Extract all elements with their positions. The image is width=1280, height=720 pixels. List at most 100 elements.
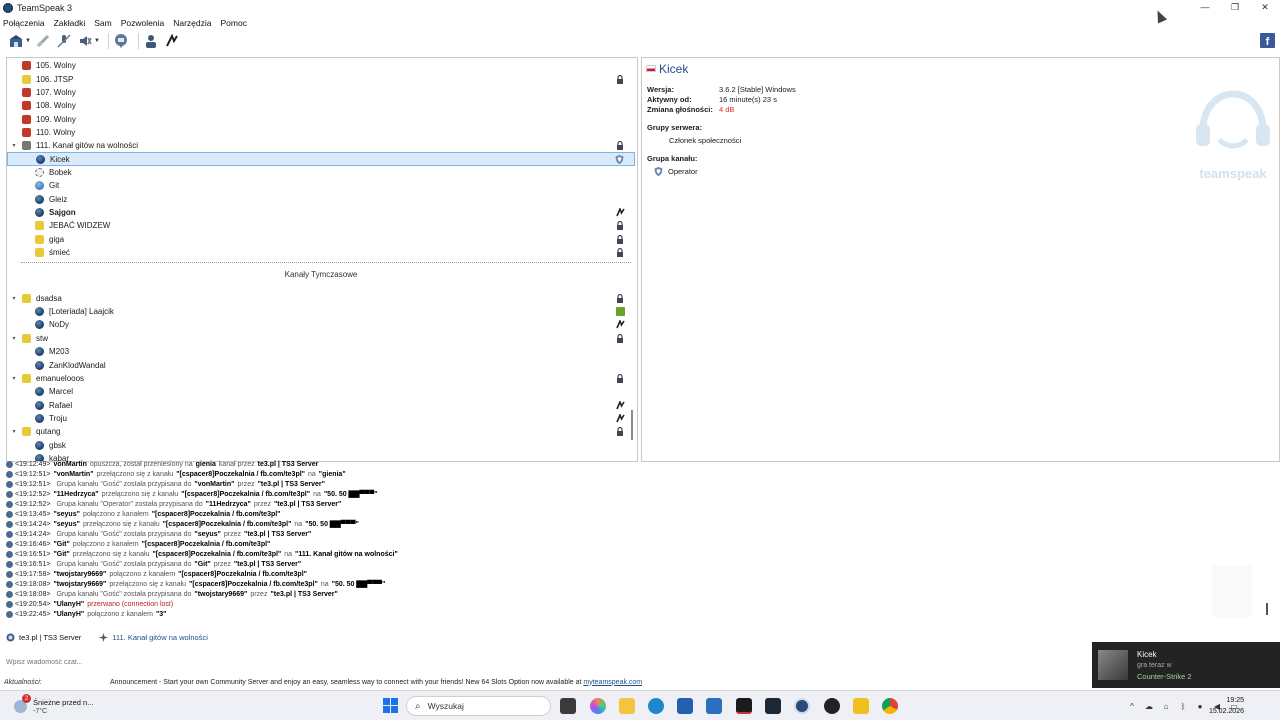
- log-entity[interactable]: "te3.pl | TS3 Server": [234, 561, 301, 568]
- menu-tools[interactable]: Narzędzia: [173, 18, 211, 28]
- client-row[interactable]: Gleiz: [7, 193, 635, 206]
- windows-start-icon[interactable]: [383, 698, 398, 713]
- log-entity[interactable]: "vonMartin": [53, 471, 93, 478]
- expand-chevron-icon[interactable]: ▾: [10, 142, 18, 149]
- copilot-icon[interactable]: [590, 698, 606, 714]
- log-entity[interactable]: "twojstary9669": [53, 571, 106, 578]
- contacts-icon[interactable]: [143, 33, 159, 49]
- channel-row[interactable]: ▾ dsadsa: [7, 292, 635, 305]
- client-row[interactable]: NoDy: [7, 318, 635, 331]
- teamspeak-taskbar-icon[interactable]: [794, 698, 810, 714]
- log-entity[interactable]: "11Hedrzyca": [206, 501, 251, 508]
- tray-chevron-icon[interactable]: ^: [1126, 700, 1138, 712]
- minimize-button[interactable]: —: [1190, 0, 1220, 14]
- weather-widget[interactable]: 2 Śnieżne przed n... -7°C: [14, 694, 104, 718]
- log-entity[interactable]: "seyus": [53, 521, 80, 528]
- channel-row[interactable]: 105. Wolny: [7, 59, 635, 72]
- client-row[interactable]: Marcel: [7, 385, 635, 398]
- disconnect-icon[interactable]: [35, 33, 51, 49]
- away-status-icon[interactable]: [113, 33, 129, 49]
- log-entity[interactable]: "twojstary9669": [53, 581, 106, 588]
- log-entity[interactable]: "[cspacer8]Poczekalnia / fb.com/te3pl": [152, 551, 281, 558]
- chrome-icon[interactable]: [882, 698, 898, 714]
- channel-row[interactable]: śmieć: [7, 246, 635, 259]
- log-entity[interactable]: "50. 50 ▇▇▀▀▀": [332, 580, 386, 588]
- client-row[interactable]: [Loteriada] Laajcik: [7, 305, 635, 318]
- client-row[interactable]: Kicek: [7, 152, 635, 166]
- game-notification[interactable]: Kicek gra teraz w Counter-Strike 2: [1092, 642, 1280, 688]
- task-view-icon[interactable]: [560, 698, 576, 714]
- expand-chevron-icon[interactable]: ▾: [10, 335, 18, 342]
- mute-microphone-icon[interactable]: [56, 33, 72, 49]
- clock[interactable]: 19:25 15.02.2026: [1209, 695, 1244, 717]
- speakers-dropdown-icon[interactable]: ▼: [94, 38, 100, 44]
- client-row[interactable]: Git: [7, 179, 635, 192]
- log-entity[interactable]: "[cspacer8]Poczekalnia / fb.com/te3pl": [181, 491, 310, 498]
- steam-icon[interactable]: [765, 698, 781, 714]
- channel-row[interactable]: 109. Wolny: [7, 112, 635, 125]
- log-entity[interactable]: "twojstary9669": [194, 591, 247, 598]
- log-entity[interactable]: "[cspacer8]Poczekalnia / fb.com/te3pl": [163, 521, 292, 528]
- log-entity[interactable]: "50. 50 ▇▇▀▀▀": [305, 520, 359, 528]
- log-entity[interactable]: "[cspacer8]Poczekalnia / fb.com/te3pl": [142, 541, 271, 548]
- client-row[interactable]: gbsk: [7, 438, 635, 451]
- log-entity[interactable]: "[cspacer8]Poczekalnia / fb.com/te3pl": [152, 511, 281, 518]
- connect-dropdown-icon[interactable]: ▼: [25, 38, 31, 44]
- log-entity[interactable]: "te3.pl | TS3 Server": [270, 591, 337, 598]
- chat-input[interactable]: [3, 655, 1091, 669]
- menu-help[interactable]: Pomoc: [221, 18, 247, 28]
- log-entity[interactable]: "UlanyH": [53, 611, 84, 618]
- log-entity[interactable]: "Git": [53, 551, 69, 558]
- connect-icon[interactable]: [8, 33, 24, 49]
- bluetooth-icon[interactable]: ᛒ: [1177, 700, 1189, 712]
- myteamspeak-link[interactable]: myteamspeak.com: [583, 679, 642, 686]
- hotkey-icon[interactable]: [164, 33, 180, 49]
- log-entity[interactable]: "Git": [194, 561, 210, 568]
- channel-row[interactable]: JEBAĆ WIDZEW: [7, 219, 635, 232]
- chat-log[interactable]: <19:12:49> vonMartin opuszcza, został prze…: [6, 459, 1266, 621]
- tab-server[interactable]: te3.pl | TS3 Server: [6, 633, 81, 642]
- media-app-icon[interactable]: [736, 698, 752, 714]
- channel-row[interactable]: 107. Wolny: [7, 86, 635, 99]
- menu-bookmarks[interactable]: Zakładki: [54, 18, 86, 28]
- log-entity[interactable]: "111. Kanał gitów na wolności": [295, 551, 398, 558]
- edge-icon[interactable]: [648, 698, 664, 714]
- log-entity[interactable]: "seyus": [53, 511, 80, 518]
- channel-row[interactable]: ▾ stw: [7, 332, 635, 345]
- channel-row[interactable]: ▾ emanuelooos: [7, 372, 635, 385]
- log-entity[interactable]: "[cspacer8]Poczekalnia / fb.com/te3pl": [178, 571, 307, 578]
- chat-scrollbar[interactable]: [1266, 603, 1268, 615]
- menu-permissions[interactable]: Pozwolenia: [121, 18, 164, 28]
- menu-connections[interactable]: Połączenia: [3, 18, 45, 28]
- tab-channel[interactable]: 111. Kanał gitów na wolności: [99, 632, 208, 642]
- network-icon[interactable]: ⌂: [1160, 700, 1172, 712]
- log-entity[interactable]: "11Hedrzyca": [53, 491, 98, 498]
- taskbar-search[interactable]: ⌕ Wyszukaj: [406, 696, 551, 716]
- log-entity[interactable]: gienia: [196, 461, 216, 468]
- log-entity[interactable]: "50. 50 ▇▇▀▀▀": [324, 490, 378, 498]
- client-row[interactable]: Bobek: [7, 166, 635, 179]
- maximize-button[interactable]: ❐: [1220, 0, 1250, 14]
- channel-row[interactable]: 110. Wolny: [7, 126, 635, 139]
- mute-speakers-icon[interactable]: [77, 33, 93, 49]
- channel-row[interactable]: ▾ qutang: [7, 425, 635, 438]
- client-row[interactable]: Sajgon: [7, 206, 635, 219]
- outlook-icon[interactable]: [706, 698, 722, 714]
- menu-self[interactable]: Sam: [94, 18, 111, 28]
- channel-row[interactable]: giga: [7, 233, 635, 246]
- expand-chevron-icon[interactable]: ▾: [10, 375, 18, 382]
- log-entity[interactable]: "3": [156, 611, 167, 618]
- channel-tree[interactable]: 105. Wolny 106. JTSP 107. Wolny 108. Wolny 1…: [6, 57, 638, 462]
- close-button[interactable]: ✕: [1250, 0, 1280, 14]
- client-row[interactable]: Troju: [7, 412, 635, 425]
- log-entity[interactable]: "te3.pl | TS3 Server": [244, 531, 311, 538]
- client-row[interactable]: Rafael: [7, 398, 635, 411]
- log-entity[interactable]: vonMartin: [53, 461, 86, 468]
- log-entity[interactable]: "[cspacer8]Poczekalnia / fb.com/te3pl": [189, 581, 318, 588]
- file-explorer-icon[interactable]: [619, 698, 635, 714]
- onedrive-icon[interactable]: ☁: [1143, 700, 1155, 712]
- log-entity[interactable]: "Git": [53, 541, 69, 548]
- log-entity[interactable]: "UlanyH": [53, 601, 84, 608]
- expand-chevron-icon[interactable]: ▾: [10, 428, 18, 435]
- app-icon[interactable]: [853, 698, 869, 714]
